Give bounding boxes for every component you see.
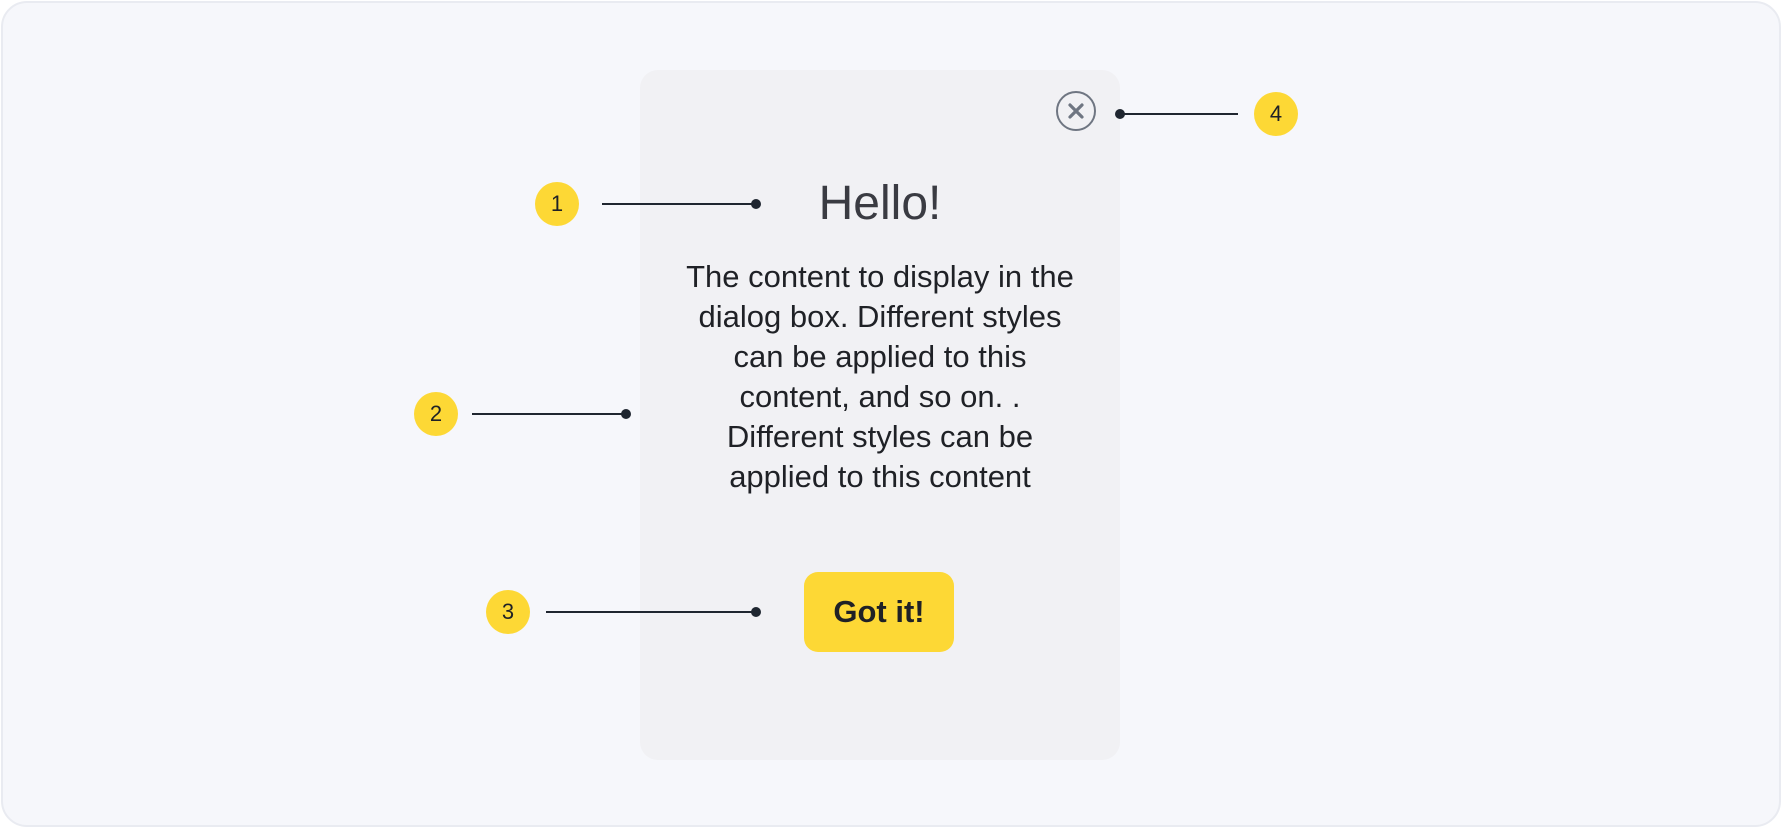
got-it-button[interactable]: Got it!	[804, 572, 954, 652]
callout-line-content	[472, 413, 626, 415]
callout-marker-title: 1	[535, 182, 579, 226]
callout-marker-content: 2	[414, 392, 458, 436]
close-icon	[1068, 103, 1084, 119]
dialog-content: The content to display in the dialog box…	[686, 259, 1074, 494]
callout-line-button	[546, 611, 756, 613]
close-button[interactable]	[1056, 91, 1096, 131]
callout-dot-title	[751, 199, 761, 209]
callout-line-title	[602, 203, 756, 205]
callout-dot-button	[751, 607, 761, 617]
callout-marker-close: 4	[1254, 92, 1298, 136]
callout-dot-content	[621, 409, 631, 419]
callout-marker-button: 3	[486, 590, 530, 634]
callout-line-close	[1120, 113, 1238, 115]
